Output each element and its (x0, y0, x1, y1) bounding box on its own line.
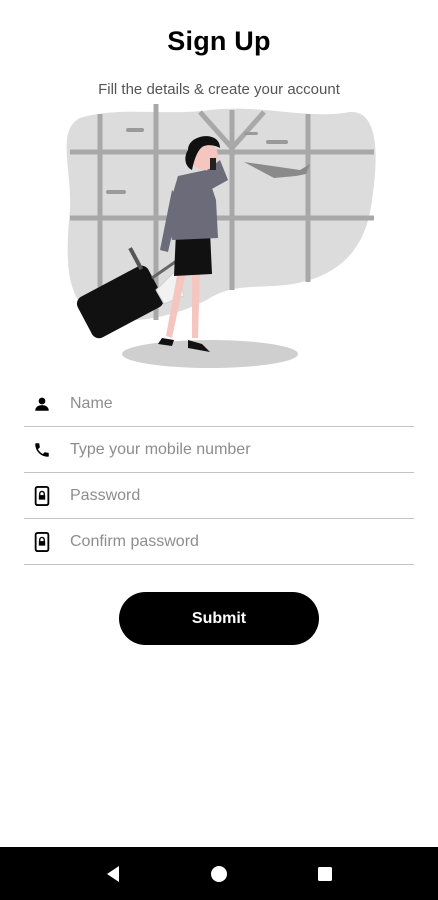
confirm-password-input[interactable] (70, 532, 414, 551)
password-input[interactable] (70, 486, 414, 505)
lock-phone-icon (32, 485, 52, 506)
back-icon[interactable] (101, 862, 125, 886)
home-icon[interactable] (207, 862, 231, 886)
phone-icon (32, 440, 52, 460)
recents-icon[interactable] (313, 862, 337, 886)
confirm-password-field-row (24, 519, 414, 565)
name-field-row (24, 381, 414, 427)
page-subtitle: Fill the details & create your account (98, 81, 340, 98)
mobile-field-row (24, 427, 414, 473)
page-title: Sign Up (167, 26, 271, 56)
traveler-illustration (60, 100, 380, 372)
password-field-row (24, 473, 414, 519)
traveler-with-luggage-illustration (66, 104, 376, 368)
submit-button[interactable]: Submit (119, 592, 319, 645)
name-input[interactable] (70, 394, 414, 413)
lock-phone-icon (32, 531, 52, 552)
system-navigation-bar (0, 847, 438, 900)
person-icon (32, 394, 52, 414)
mobile-input[interactable] (70, 440, 414, 459)
signup-form (24, 381, 414, 565)
